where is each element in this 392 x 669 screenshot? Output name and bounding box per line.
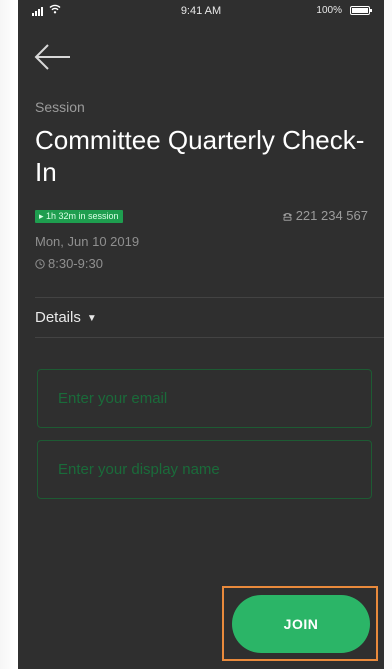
- arrow-left-icon: [34, 44, 70, 70]
- session-label: Session: [35, 99, 85, 115]
- page-background-left: [0, 0, 18, 669]
- details-label: Details: [35, 309, 81, 326]
- session-time-value: 8:30-9:30: [48, 256, 103, 271]
- battery-percentage: 100%: [316, 5, 342, 16]
- session-time: 8:30-9:30: [35, 256, 103, 271]
- page-background-right: [384, 0, 392, 669]
- phone-screen: 9:41 AM 100% Session Committee Quarterly…: [18, 0, 384, 669]
- session-title: Committee Quarterly Check-In: [35, 125, 365, 187]
- divider: [35, 297, 384, 298]
- email-field[interactable]: [37, 369, 372, 428]
- back-button[interactable]: [32, 40, 72, 74]
- status-bar: 9:41 AM 100%: [18, 0, 384, 22]
- status-badge: ▸ 1h 32m in session: [35, 210, 123, 223]
- caret-down-icon: ▼: [86, 313, 97, 324]
- session-date: Mon, Jun 10 2019: [35, 234, 140, 249]
- meeting-id-value: 221 234 567: [295, 208, 368, 223]
- details-toggle[interactable]: Details ▼: [35, 309, 97, 326]
- meeting-id: 221 234 567: [282, 208, 368, 223]
- phone-icon: [282, 213, 292, 221]
- divider: [35, 337, 384, 338]
- clock-icon: [35, 259, 45, 269]
- join-button[interactable]: JOIN: [232, 595, 370, 653]
- display-name-field[interactable]: [37, 440, 372, 499]
- battery-icon: [350, 6, 372, 15]
